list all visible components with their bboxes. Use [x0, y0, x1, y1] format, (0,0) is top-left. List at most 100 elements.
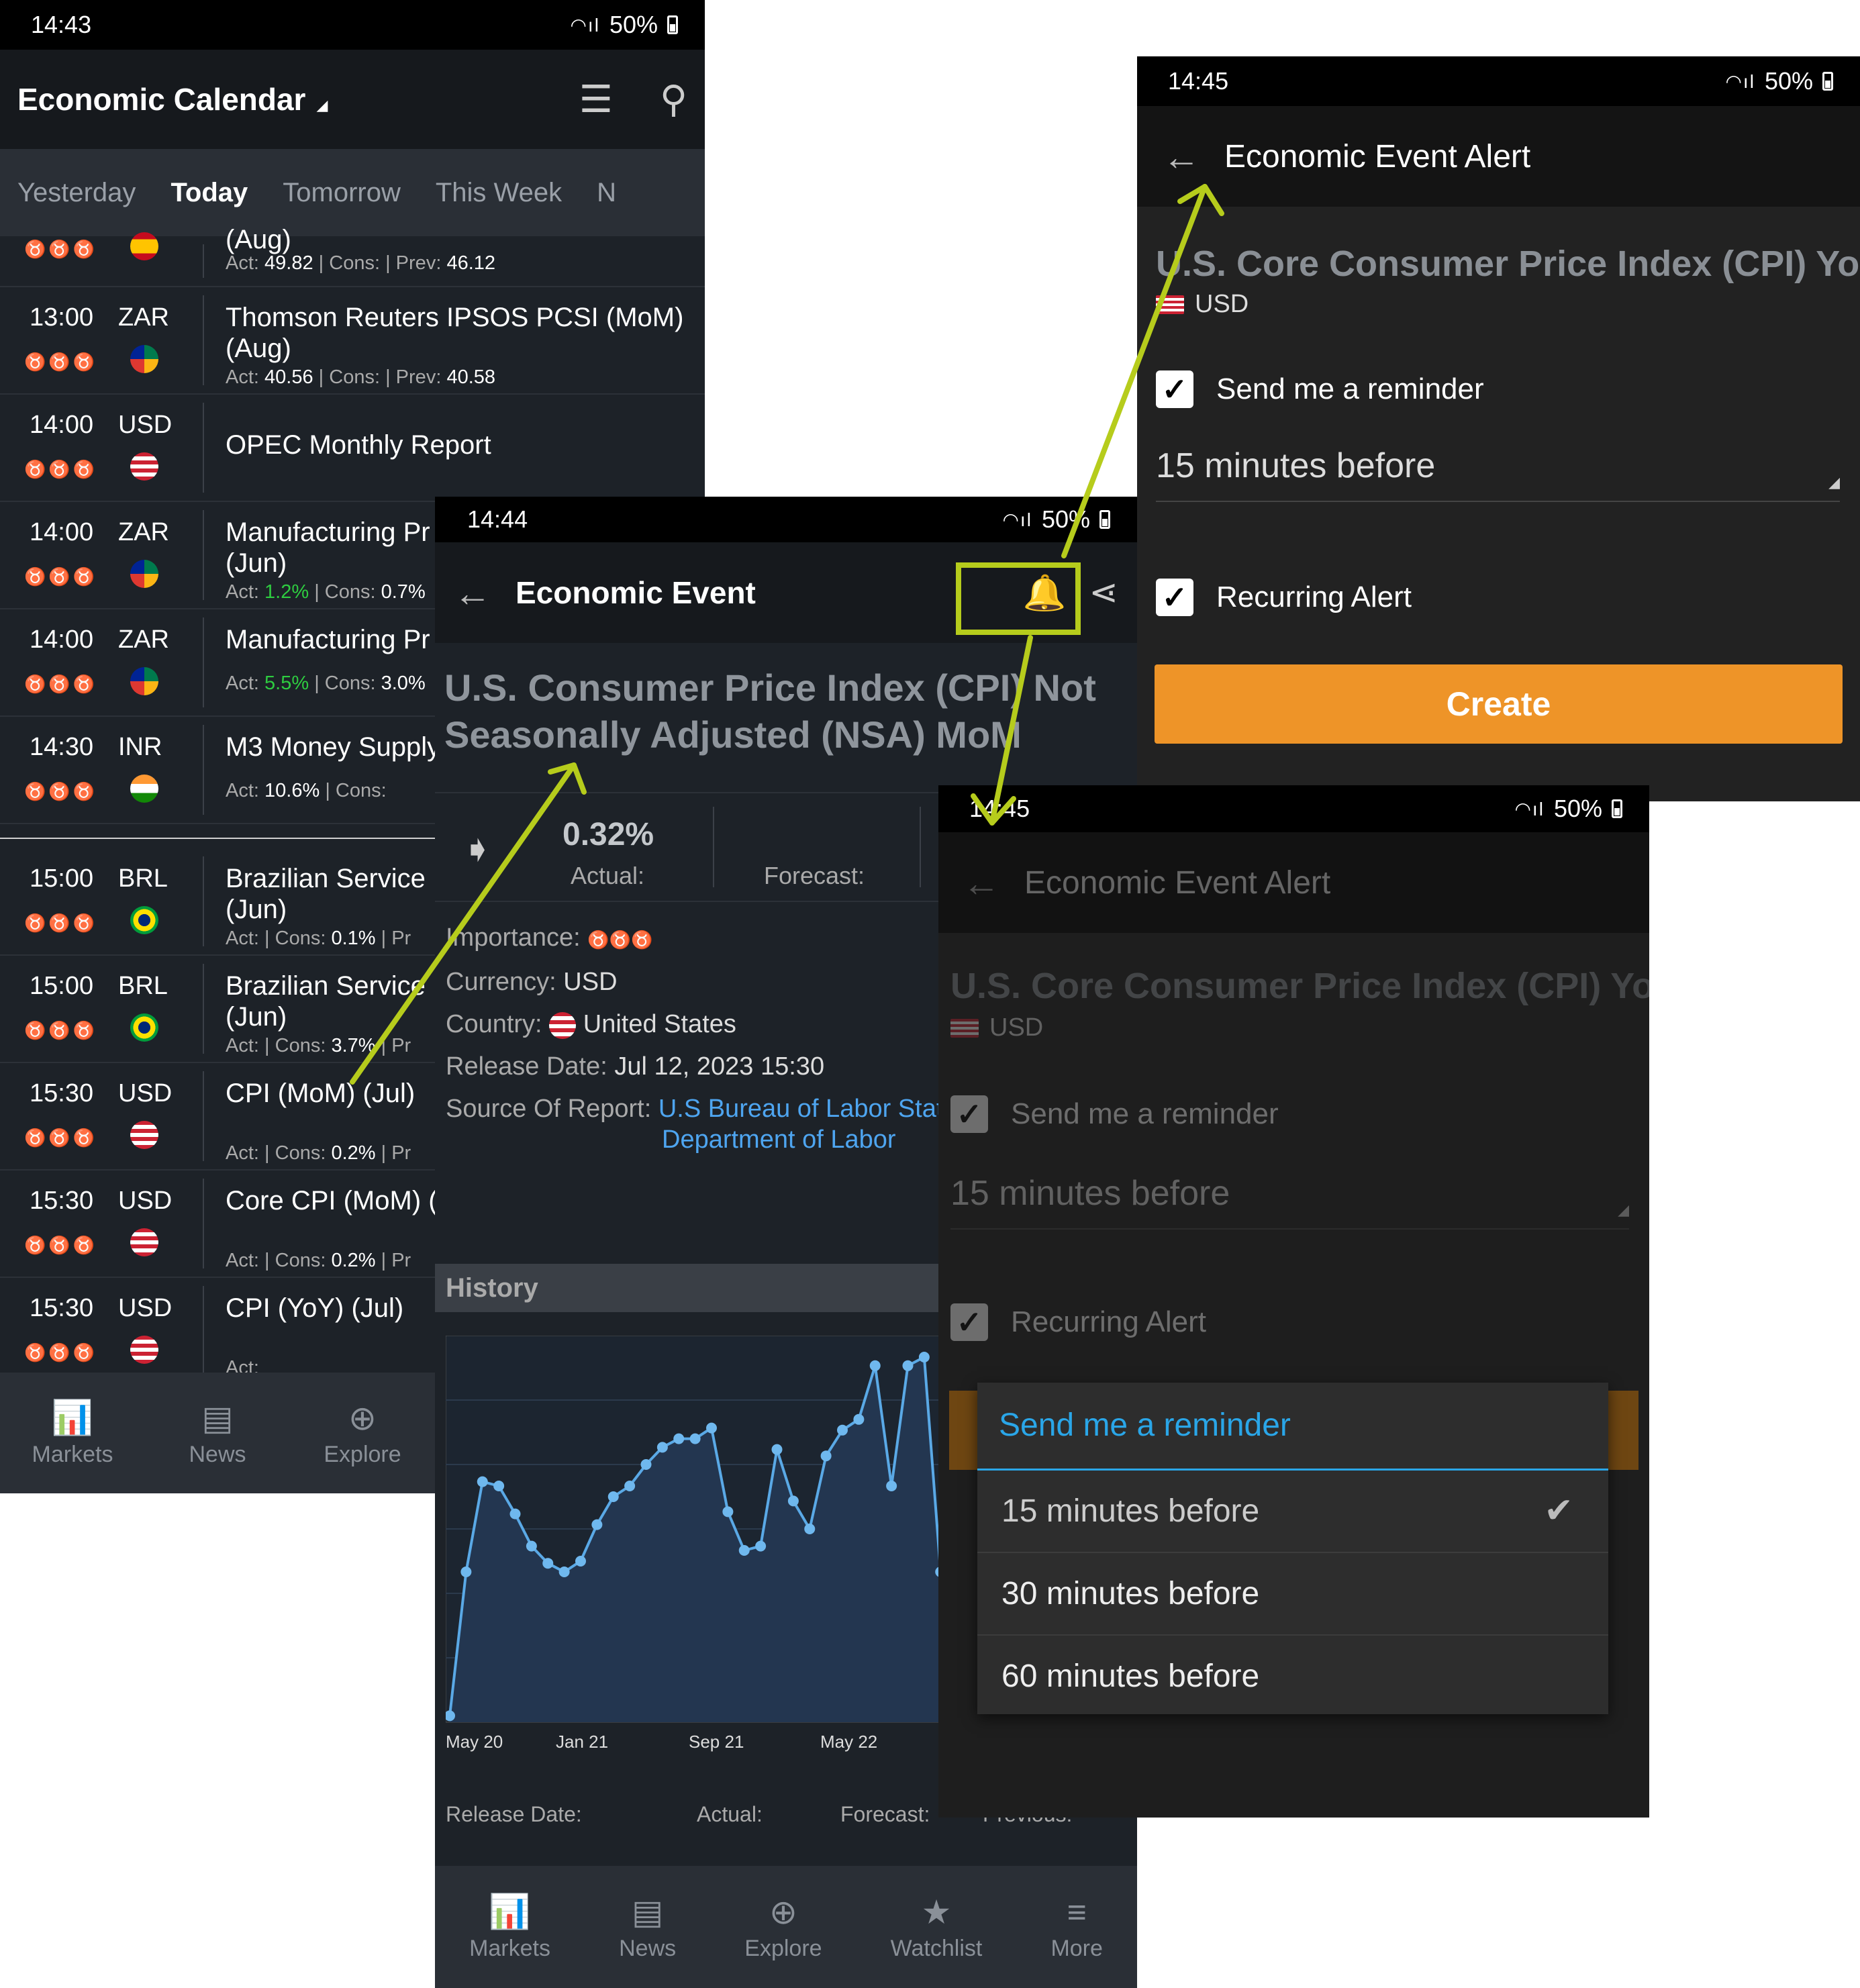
calendar-row[interactable]: 14:00 USD ♉♉♉ OPEC Monthly Report: [0, 395, 705, 502]
event-stats: Act: 1.2% | Cons: 0.7%: [226, 581, 426, 603]
event-stats: Act: | Cons: 0.2% | Pr: [226, 1250, 411, 1271]
status-time: 14:43: [31, 11, 92, 38]
dropdown-triangle-icon: ◢: [1828, 474, 1840, 491]
share-icon[interactable]: ⋖: [1089, 573, 1118, 613]
bottom-navigation: 📊 Markets ▤ News ⊕ Explore ★ Watchlist ≡ More: [435, 1866, 1137, 1988]
reminder-checkbox-row[interactable]: ✓ Send me a reminder: [950, 1095, 1279, 1133]
source-link[interactable]: U.S Bureau of Labor Stat: [658, 1095, 944, 1123]
option-30-minutes[interactable]: 30 minutes before: [977, 1553, 1608, 1636]
battery-icon: [1099, 510, 1110, 529]
option-15-minutes[interactable]: 15 minutes before ✔: [977, 1471, 1608, 1553]
event-currency: ZAR: [118, 626, 169, 654]
currency-value: USD: [563, 968, 618, 996]
event-time: 15:30: [30, 1294, 94, 1322]
hist-col-release: Release Date:: [446, 1802, 582, 1826]
data-point: [624, 1481, 636, 1491]
checkbox-checked-icon[interactable]: ✓: [1156, 370, 1193, 408]
filter-icon[interactable]: ☰: [579, 77, 613, 121]
importance-bulls-icon: ♉♉♉: [24, 239, 98, 259]
dropdown-caret-icon[interactable]: ◢: [316, 97, 328, 114]
data-point: [558, 1567, 570, 1577]
data-point: [918, 1352, 930, 1362]
event-time: 13:00: [30, 303, 94, 332]
search-icon[interactable]: ⚲: [660, 77, 687, 121]
data-point: [837, 1424, 848, 1436]
importance-bulls-icon: ♉♉♉: [24, 1128, 98, 1148]
back-arrow-icon[interactable]: ←: [963, 861, 1000, 905]
checkmark-icon: ✔: [1544, 1491, 1573, 1530]
data-point: [460, 1567, 472, 1577]
data-point: [869, 1360, 881, 1371]
play-arrow-icon: ➧: [462, 828, 493, 870]
country-flag-icon: [130, 1336, 158, 1364]
nav-watchlist[interactable]: ★ Watchlist: [891, 1893, 983, 1962]
nav-more[interactable]: ≡ More: [1050, 1893, 1102, 1962]
back-arrow-icon[interactable]: ←: [454, 571, 491, 615]
nav-markets[interactable]: 📊 Markets: [469, 1892, 550, 1962]
event-time: 14:30: [30, 733, 94, 761]
nav-explore[interactable]: ⊕ Explore: [290, 1399, 435, 1468]
event-currency: INR: [118, 733, 162, 761]
data-point: [673, 1433, 685, 1444]
checkbox-checked-icon[interactable]: ✓: [950, 1095, 988, 1133]
calendar-row[interactable]: ♉♉♉ (Aug) Act: 49.82 | Cons: | Prev: 46.12: [0, 225, 705, 287]
country-flag-icon: [130, 452, 158, 481]
event-currency: ZAR: [118, 303, 169, 332]
nav-news[interactable]: ▤ News: [619, 1893, 676, 1962]
tab-next[interactable]: N: [579, 178, 634, 208]
dropdown-triangle-icon: ◢: [1618, 1201, 1629, 1218]
nav-news[interactable]: ▤ News: [145, 1399, 290, 1468]
data-point: [886, 1481, 897, 1491]
checkbox-checked-icon[interactable]: ✓: [1156, 579, 1193, 616]
option-60-minutes[interactable]: 60 minutes before: [977, 1636, 1608, 1717]
nav-explore[interactable]: ⊕ Explore: [744, 1893, 822, 1962]
reminder-time-select[interactable]: 15 minutes before ◢: [950, 1173, 1629, 1230]
recurring-checkbox-row[interactable]: ✓ Recurring Alert: [1156, 579, 1412, 616]
event-details: Importance: ♉♉♉ Currency: USD Country: U…: [446, 917, 943, 1155]
event-name: CPI (MoM) (Jul): [226, 1079, 415, 1108]
battery-icon: [1822, 72, 1833, 91]
tab-this-week[interactable]: This Week: [418, 178, 579, 208]
country-flag-icon: [130, 345, 158, 373]
importance-bulls-icon: ♉♉♉: [587, 930, 653, 950]
data-point: [771, 1444, 783, 1455]
calendar-row[interactable]: 13:00 ZAR ♉♉♉ Thomson Reuters IPSOS PCSI (M…: [0, 287, 705, 395]
currency-label: Currency:: [446, 968, 556, 996]
recurring-checkbox-row[interactable]: ✓ Recurring Alert: [950, 1303, 1206, 1341]
nav-markets[interactable]: 📊 Markets: [0, 1398, 145, 1468]
country-flag-icon: [130, 560, 158, 588]
event-stats: Act: | Cons: 3.7% | Pr: [226, 1035, 411, 1056]
event-name: OPEC Monthly Report: [226, 430, 491, 460]
event-currency: USD: [118, 411, 173, 439]
event-stats: Act: 5.5% | Cons: 3.0%: [226, 673, 426, 694]
globe-icon: ⊕: [769, 1893, 797, 1931]
tab-yesterday[interactable]: Yesterday: [0, 178, 153, 208]
tab-tomorrow[interactable]: Tomorrow: [265, 178, 418, 208]
country-flag-icon: [130, 667, 158, 695]
checkbox-checked-icon[interactable]: ✓: [950, 1303, 988, 1341]
status-time: 14:45: [969, 795, 1030, 822]
battery-icon: [1612, 799, 1622, 818]
country-flag-icon: [130, 775, 158, 803]
wifi-signal-icon: ◠ıl: [1002, 509, 1032, 530]
wifi-signal-icon: ◠ıl: [570, 14, 600, 36]
event-currency: USD: [118, 1079, 173, 1107]
reminder-checkbox-row[interactable]: ✓ Send me a reminder: [1156, 370, 1484, 408]
reminder-label: Send me a reminder: [1216, 372, 1484, 405]
tab-today[interactable]: Today: [153, 178, 265, 208]
source-link-2[interactable]: Department of Labor: [662, 1126, 896, 1154]
create-button[interactable]: Create: [1155, 664, 1843, 744]
country-flag-icon: [130, 1121, 158, 1149]
source-label: Source Of Report:: [446, 1095, 652, 1123]
recurring-label: Recurring Alert: [1216, 581, 1412, 613]
battery-percent: 50%: [609, 11, 658, 38]
country-flag-icon: [130, 906, 158, 934]
data-point: [575, 1556, 586, 1567]
forecast-label: Forecast:: [764, 862, 865, 889]
event-name: Core CPI (MoM) (: [226, 1186, 438, 1215]
reminder-time-select[interactable]: 15 minutes before ◢: [1156, 446, 1840, 502]
back-arrow-icon[interactable]: ←: [1163, 135, 1200, 179]
status-time: 14:44: [467, 505, 528, 533]
event-stats: Act: | Cons: 0.2% | Pr: [226, 1142, 411, 1164]
hist-col-actual: Actual:: [697, 1802, 763, 1826]
